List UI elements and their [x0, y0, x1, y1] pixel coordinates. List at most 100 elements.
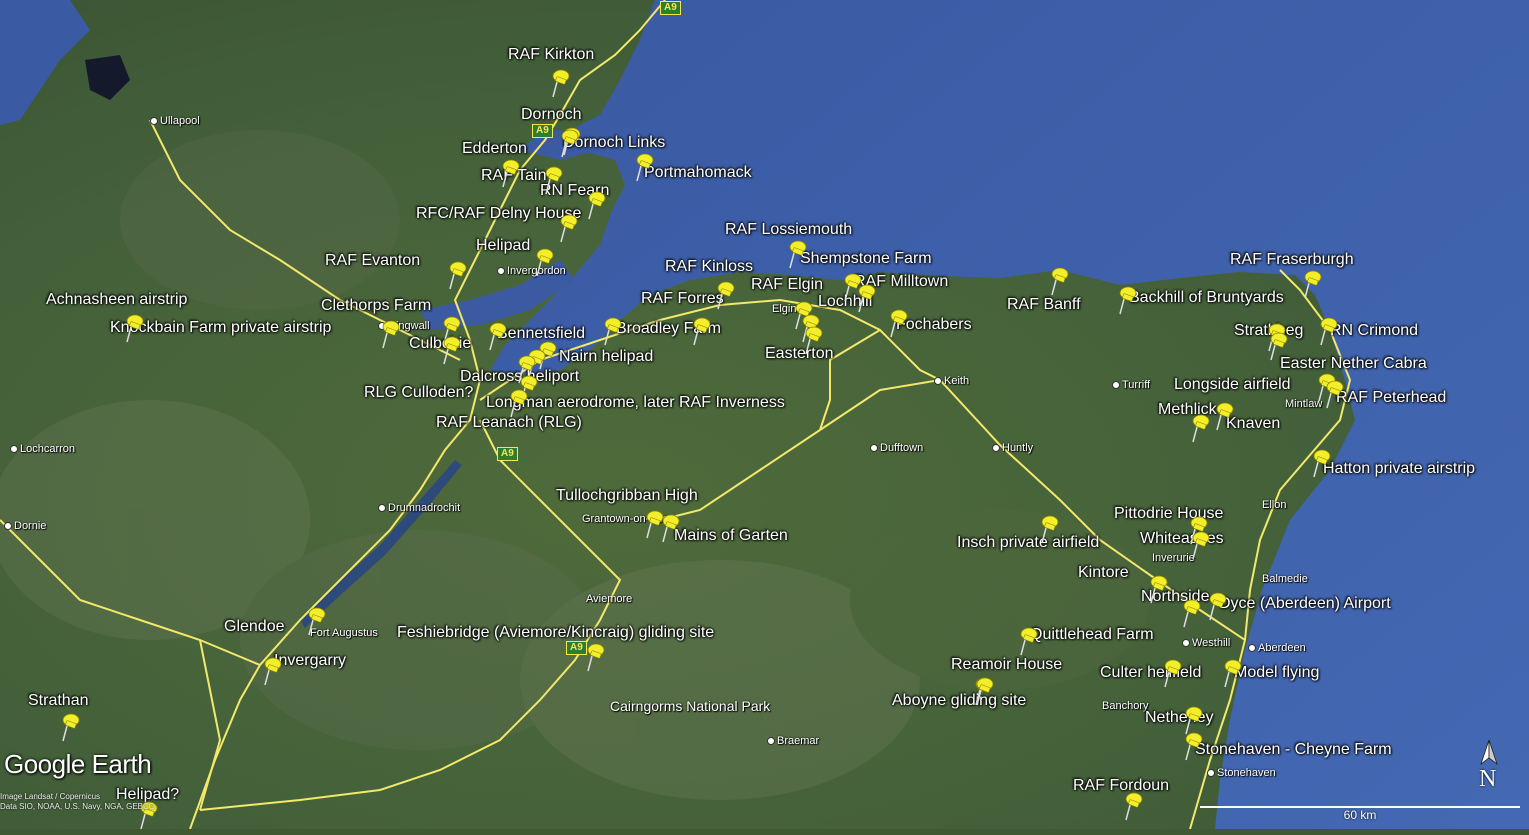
push-pin-icon[interactable]: [600, 316, 622, 346]
push-pin-icon[interactable]: [1160, 658, 1182, 688]
site-label[interactable]: RAF Peterhead: [1336, 389, 1446, 407]
site-label[interactable]: Longside airfield: [1174, 376, 1291, 394]
site-label[interactable]: Whiteashes: [1140, 530, 1224, 548]
push-pin-icon[interactable]: [260, 656, 282, 686]
town-label[interactable]: Aberdeen: [1248, 642, 1306, 655]
push-pin-icon[interactable]: [378, 319, 400, 349]
site-label[interactable]: RN Crimond: [1330, 322, 1418, 340]
push-pin-icon[interactable]: [1188, 413, 1210, 443]
push-pin-icon[interactable]: [972, 676, 994, 706]
push-pin-icon[interactable]: [658, 513, 680, 543]
push-pin-icon[interactable]: [445, 260, 467, 290]
push-pin-icon[interactable]: [689, 316, 711, 346]
site-label[interactable]: Glendoe: [224, 618, 285, 636]
site-label[interactable]: RAF Banff: [1007, 296, 1081, 314]
push-pin-icon[interactable]: [532, 247, 554, 277]
push-pin-icon[interactable]: [632, 152, 654, 182]
push-pin-icon[interactable]: [1309, 448, 1331, 478]
push-pin-icon[interactable]: [785, 239, 807, 269]
site-label[interactable]: Knaven: [1226, 415, 1280, 433]
site-label[interactable]: RAF Kirkton: [508, 46, 594, 64]
push-pin-icon[interactable]: [1322, 379, 1344, 409]
north-arrow-icon[interactable]: N: [1476, 738, 1502, 794]
push-pin-icon[interactable]: [485, 321, 507, 351]
site-label[interactable]: Backhill of Bruntyards: [1129, 289, 1284, 307]
town-label[interactable]: Aviemore: [586, 593, 632, 606]
site-label[interactable]: Easter Nether Cabra: [1280, 355, 1427, 373]
site-label[interactable]: RAF Evanton: [325, 252, 420, 270]
site-label[interactable]: Stonehaven - Cheyne Farm: [1195, 741, 1392, 759]
site-label[interactable]: Tullochgribban High: [556, 487, 698, 505]
town-label[interactable]: Braemar: [767, 735, 819, 748]
push-pin-icon[interactable]: [58, 712, 80, 742]
push-pin-icon[interactable]: [556, 213, 578, 243]
push-pin-icon[interactable]: [886, 308, 908, 338]
site-label[interactable]: RAF Lossiemouth: [725, 221, 852, 239]
town-label[interactable]: Turriff: [1112, 379, 1150, 392]
site-label[interactable]: Edderton: [462, 140, 527, 158]
push-pin-icon[interactable]: [439, 335, 461, 365]
town-label[interactable]: Banchory: [1102, 700, 1148, 713]
town-label[interactable]: Ellon: [1262, 499, 1286, 512]
site-label[interactable]: RAF Elgin: [751, 276, 823, 294]
site-label[interactable]: Quittlehead Farm: [1030, 626, 1154, 644]
push-pin-icon[interactable]: [1205, 591, 1227, 621]
push-pin-icon[interactable]: [1188, 530, 1210, 560]
site-label[interactable]: Reamoir House: [951, 656, 1062, 674]
site-label[interactable]: Achnasheen airstrip: [46, 291, 187, 309]
push-pin-icon[interactable]: [1115, 285, 1137, 315]
push-pin-icon[interactable]: [1037, 514, 1059, 544]
push-pin-icon[interactable]: [1179, 598, 1201, 628]
site-label[interactable]: Dornoch: [521, 106, 581, 124]
push-pin-icon[interactable]: [506, 388, 528, 418]
site-label[interactable]: Netherley: [1145, 709, 1213, 727]
site-label[interactable]: Nairn helipad: [559, 348, 653, 366]
site-label[interactable]: Kintore: [1078, 564, 1129, 582]
site-label[interactable]: Mains of Garten: [674, 527, 788, 545]
push-pin-icon[interactable]: [557, 128, 579, 158]
push-pin-icon[interactable]: [1300, 269, 1322, 299]
site-label[interactable]: Helipad: [476, 237, 530, 255]
town-label[interactable]: Ullapool: [150, 115, 200, 128]
push-pin-icon[interactable]: [854, 283, 876, 313]
town-label[interactable]: Drumnadrochit: [378, 502, 460, 515]
site-label[interactable]: Aboyne gliding site: [892, 692, 1026, 710]
town-label[interactable]: Lochcarron: [10, 443, 75, 456]
site-label[interactable]: Feshiebridge (Aviemore/Kincraig) gliding…: [397, 624, 714, 642]
site-label[interactable]: RAF Kinloss: [665, 258, 753, 276]
push-pin-icon[interactable]: [304, 606, 326, 636]
push-pin-icon[interactable]: [583, 642, 605, 672]
site-label[interactable]: Model flying: [1234, 664, 1319, 682]
push-pin-icon[interactable]: [1316, 316, 1338, 346]
push-pin-icon[interactable]: [1181, 731, 1203, 761]
town-label[interactable]: Keith: [934, 375, 969, 388]
push-pin-icon[interactable]: [498, 158, 520, 188]
push-pin-icon[interactable]: [1016, 626, 1038, 656]
town-label[interactable]: Huntly: [992, 442, 1033, 455]
push-pin-icon[interactable]: [1121, 791, 1143, 821]
site-label[interactable]: Clethorps Farm: [321, 297, 431, 315]
town-label[interactable]: Dufftown: [870, 442, 923, 455]
site-label[interactable]: Easterton: [765, 345, 833, 363]
push-pin-icon[interactable]: [801, 325, 823, 355]
site-label[interactable]: Culter helifield: [1100, 664, 1201, 682]
push-pin-icon[interactable]: [1146, 574, 1168, 604]
town-label[interactable]: Westhill: [1182, 637, 1230, 650]
push-pin-icon[interactable]: [122, 313, 144, 343]
town-label[interactable]: Balmedie: [1262, 573, 1308, 586]
push-pin-icon[interactable]: [1220, 658, 1242, 688]
push-pin-icon[interactable]: [713, 280, 735, 310]
push-pin-icon[interactable]: [1212, 401, 1234, 431]
site-label[interactable]: Portmahomack: [644, 164, 752, 182]
site-label[interactable]: Hatton private airstrip: [1323, 460, 1475, 478]
site-label[interactable]: Dyce (Aberdeen) Airport: [1219, 595, 1391, 613]
site-label[interactable]: RLG Culloden?: [364, 384, 473, 402]
push-pin-icon[interactable]: [1266, 331, 1288, 361]
site-label[interactable]: RAF Forres: [641, 290, 724, 308]
push-pin-icon[interactable]: [548, 68, 570, 98]
push-pin-icon[interactable]: [584, 190, 606, 220]
site-label[interactable]: Shempstone Farm: [800, 250, 932, 268]
site-label[interactable]: Strathan: [28, 692, 88, 710]
town-label[interactable]: Stonehaven: [1207, 767, 1276, 780]
town-label[interactable]: Dornie: [4, 520, 46, 533]
